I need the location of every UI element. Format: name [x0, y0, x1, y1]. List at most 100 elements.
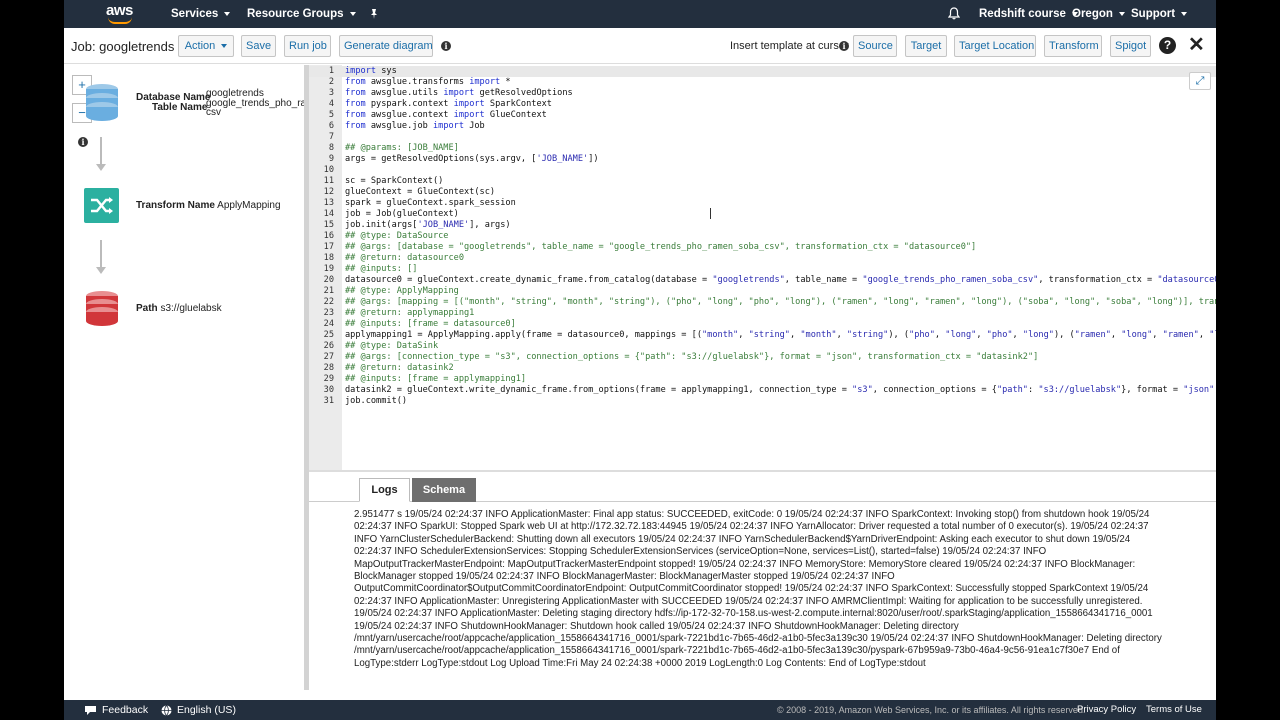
log-line: 19/05/24 02:24:37 INFO ShutdownHookManag…: [354, 620, 959, 632]
database-icon[interactable]: [84, 83, 120, 128]
line-number: 25: [323, 330, 334, 340]
resource-groups-menu[interactable]: Resource Groups: [247, 0, 356, 28]
code-line[interactable]: 2 from awsglue.transforms import *: [309, 77, 1216, 88]
target-location-template-button[interactable]: Target Location: [954, 35, 1036, 57]
code-line[interactable]: 20 datasource0 = glueContext.create_dynam…: [309, 275, 1216, 286]
line-number: 21: [323, 286, 334, 296]
terms-of-use-link[interactable]: Terms of Use: [1146, 700, 1202, 720]
code-line[interactable]: 11 sc = SparkContext(): [309, 176, 1216, 187]
flow-arrow: [100, 240, 102, 268]
table-name-label: Table Name: [152, 102, 208, 113]
target-path-field[interactable]: Path s3://gluelabsk: [136, 303, 222, 314]
diagram-panel: + − Database Name googletrends Table Nam…: [64, 65, 304, 690]
aws-logo[interactable]: aws: [106, 3, 136, 25]
script-editor[interactable]: 1 import sys 2 from awsglue.transforms impo…: [309, 65, 1216, 470]
region-menu[interactable]: Oregon: [1072, 0, 1125, 28]
code-line[interactable]: 29 ## @inputs: [frame = applymapping1]: [309, 374, 1216, 385]
line-number: 12: [323, 187, 334, 197]
action-dropdown-button[interactable]: Action: [178, 35, 234, 57]
code-line[interactable]: 4 from pyspark.context import SparkContex…: [309, 99, 1216, 110]
services-label: Services: [171, 8, 219, 20]
line-number: 29: [323, 374, 334, 384]
log-line: 02:24:37 INFO ApplicationMaster: Unregis…: [354, 595, 1143, 607]
code-text: ## @inputs: [frame = applymapping1]: [345, 374, 527, 384]
code-line[interactable]: 15 job.init(args['JOB_NAME'], args): [309, 220, 1216, 231]
line-number: 18: [323, 253, 334, 263]
code-line[interactable]: 5 from awsglue.context import GlueContext: [309, 110, 1216, 121]
code-line[interactable]: 17 ## @args: [database = "googletrends", …: [309, 242, 1216, 253]
code-line[interactable]: 1 import sys: [309, 66, 1216, 77]
source-template-button[interactable]: Source: [853, 35, 897, 57]
code-line[interactable]: 28 ## @return: datasink2: [309, 363, 1216, 374]
line-number: 11: [323, 176, 334, 186]
privacy-policy-link[interactable]: Privacy Policy: [1077, 700, 1136, 720]
language-selector[interactable]: English (US): [161, 700, 236, 720]
code-line[interactable]: 31 job.commit(): [309, 396, 1216, 407]
transform-template-button[interactable]: Transform: [1044, 35, 1102, 57]
line-number: 20: [323, 275, 334, 285]
account-label: Redshift course: [979, 8, 1066, 20]
code-line[interactable]: 25 applymapping1 = ApplyMapping.apply(fra…: [309, 330, 1216, 341]
code-text: datasink2 = glueContext.write_dynamic_fr…: [345, 385, 1216, 395]
info-icon[interactable]: i: [839, 41, 849, 51]
code-line[interactable]: 24 ## @inputs: [frame = datasource0]: [309, 319, 1216, 330]
spigot-template-button[interactable]: Spigot: [1110, 35, 1151, 57]
code-line[interactable]: 7: [309, 132, 1216, 143]
code-line[interactable]: 27 ## @args: [connection_type = "s3", con…: [309, 352, 1216, 363]
line-number: 4: [328, 99, 334, 109]
code-text: sc = SparkContext(): [345, 176, 444, 186]
code-line[interactable]: 18 ## @return: datasource0: [309, 253, 1216, 264]
code-line[interactable]: 6 from awsglue.job import Job: [309, 121, 1216, 132]
feedback-link[interactable]: Feedback: [84, 700, 148, 720]
code-line[interactable]: 23 ## @return: applymapping1: [309, 308, 1216, 319]
log-output: 2.951477 s 19/05/24 02:24:37 INFO Applic…: [354, 509, 1174, 670]
code-line[interactable]: 30 datasink2 = glueContext.write_dynamic_…: [309, 385, 1216, 396]
info-icon[interactable]: i: [441, 41, 451, 51]
globe-icon: [161, 704, 172, 716]
code-line[interactable]: 8 ## @params: [JOB_NAME]: [309, 143, 1216, 154]
code-line[interactable]: 16 ## @type: DataSource: [309, 231, 1216, 242]
save-button[interactable]: Save: [241, 35, 276, 57]
pin-icon[interactable]: [368, 0, 380, 28]
code-line[interactable]: 9 args = getResolvedOptions(sys.argv, ['J…: [309, 154, 1216, 165]
code-text: ## @args: [database = "googletrends", ta…: [345, 242, 977, 252]
table-name-value-cont: csv: [206, 107, 221, 118]
services-menu[interactable]: Services: [171, 0, 231, 28]
run-job-button[interactable]: Run job: [284, 35, 331, 57]
target-template-button[interactable]: Target: [905, 35, 947, 57]
code-line[interactable]: 19 ## @inputs: []: [309, 264, 1216, 275]
code-text: ## @inputs: [frame = datasource0]: [345, 319, 516, 329]
code-line[interactable]: 14 job = Job(glueContext): [309, 209, 1216, 220]
bell-icon[interactable]: [947, 0, 961, 28]
code-text: from pyspark.context import SparkContext: [345, 99, 552, 109]
log-line: 02:24:37 INFO SchedulerExtensionServices…: [354, 546, 1047, 558]
expand-icon[interactable]: ⤢: [1189, 72, 1211, 90]
transform-name-field[interactable]: Transform Name ApplyMapping: [136, 200, 281, 211]
code-line[interactable]: 22 ## @args: [mapping = [("month", "strin…: [309, 297, 1216, 308]
table-name-field[interactable]: Table Name: [152, 102, 207, 113]
line-number: 15: [323, 220, 334, 230]
line-number: 17: [323, 242, 334, 252]
code-text: ## @type: DataSource: [345, 231, 449, 241]
chevron-down-icon: [221, 44, 228, 49]
tab-logs[interactable]: Logs: [359, 478, 410, 502]
code-line[interactable]: 21 ## @type: ApplyMapping: [309, 286, 1216, 297]
log-line: /mnt/yarn/usercache/root/appcache/applic…: [354, 633, 1162, 645]
generate-diagram-button[interactable]: Generate diagram: [339, 35, 433, 57]
close-icon[interactable]: ✕: [1188, 34, 1205, 56]
line-number: 2: [328, 77, 334, 87]
help-icon[interactable]: ?: [1159, 37, 1176, 54]
shuffle-icon[interactable]: [84, 188, 119, 223]
code-line[interactable]: 13 spark = glueContext.spark_session: [309, 198, 1216, 209]
code-line[interactable]: 3 from awsglue.utils import getResolvedOp…: [309, 88, 1216, 99]
log-line: OutputCommitCoordinator$OutputCommitCoor…: [354, 583, 1149, 595]
code-line[interactable]: 10: [309, 165, 1216, 176]
support-menu[interactable]: Support: [1131, 0, 1188, 28]
s3-bucket-icon[interactable]: [84, 290, 120, 333]
code-line[interactable]: 12 glueContext = GlueContext(sc): [309, 187, 1216, 198]
line-number: 22: [323, 297, 334, 307]
code-line[interactable]: 26 ## @type: DataSink: [309, 341, 1216, 352]
tab-schema[interactable]: Schema: [412, 478, 476, 502]
info-icon[interactable]: i: [78, 137, 88, 147]
account-menu[interactable]: Redshift course: [979, 0, 1078, 28]
